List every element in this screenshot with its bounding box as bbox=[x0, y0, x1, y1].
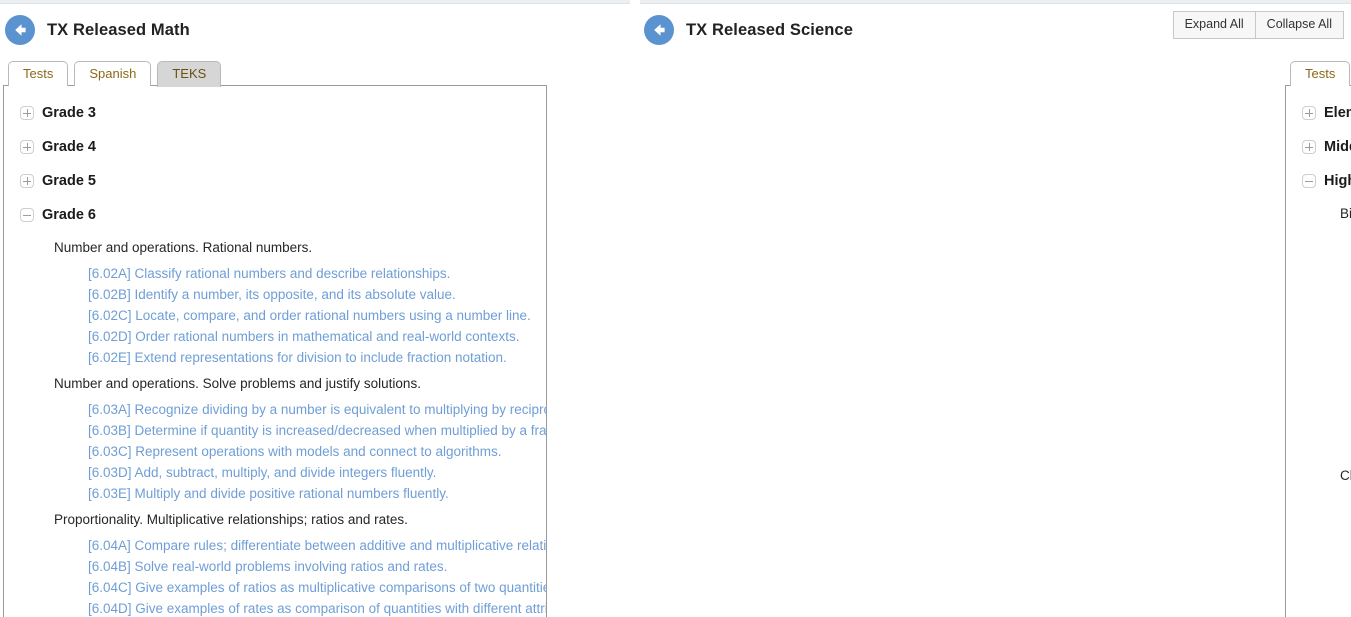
tree-group-label: Biology bbox=[1340, 205, 1351, 221]
tree-group-label: Proportionality. Multiplicative relation… bbox=[54, 511, 408, 527]
tree-leaf-link[interactable]: B.10 Biological systems: levels bbox=[1286, 376, 1351, 397]
tab-teks[interactable]: TEKS bbox=[157, 61, 222, 88]
tree-leaf-link[interactable]: B.06 Genetics: mechanism, role of nuclei… bbox=[1286, 292, 1351, 313]
tree-group-label: Number and operations. Rational numbers. bbox=[54, 239, 313, 255]
tab-tests[interactable]: Tests bbox=[1290, 61, 1351, 87]
tree-group-label: Chemistry bbox=[1340, 467, 1351, 483]
tree-leaf-link[interactable]: B.03 Scientific reasoning, problem-solvi… bbox=[1286, 229, 1351, 250]
tree-leaf-link[interactable]: [6.02A] Classify rational numbers and de… bbox=[4, 263, 546, 284]
tree-leaf-link[interactable]: [6.04C] Give examples of ratios as multi… bbox=[4, 577, 546, 598]
header-actions: Expand All Collapse All bbox=[1172, 11, 1344, 39]
collapse-minus-icon[interactable] bbox=[1302, 174, 1316, 188]
tree-node-label: Grade 5 bbox=[42, 172, 96, 189]
panel-top-strip bbox=[0, 0, 630, 4]
tree-node-label: Middle bbox=[1324, 138, 1351, 155]
tree-leaf-link[interactable]: [6.03E] Multiply and divide positive rat… bbox=[4, 483, 546, 504]
tree-panel: Elementary Middle High Biology B.03 Scientif… bbox=[1285, 85, 1351, 617]
tree-leaf-link[interactable]: [6.02C] Locate, compare, and order ratio… bbox=[4, 305, 546, 326]
tab-bar: TestsSpanishTEKS bbox=[1290, 61, 1351, 87]
tree-leaf-link[interactable]: C.08 Chemical reactions: quantify change… bbox=[1286, 575, 1351, 596]
expand-plus-icon[interactable] bbox=[20, 140, 34, 154]
tree-leaf-link[interactable]: [6.03C] Represent operations with models… bbox=[4, 441, 546, 462]
tree-node-label: Elementary bbox=[1324, 104, 1351, 121]
tree-leaf-link[interactable]: B.05 Growth and cell differentiation bbox=[1286, 271, 1351, 292]
panel-top-strip bbox=[640, 0, 1351, 4]
tree-leaf-link[interactable]: Other (old TEKS) bbox=[1286, 439, 1351, 460]
tab-tests[interactable]: Tests bbox=[8, 61, 69, 87]
tree-leaf-link[interactable]: B.09 Molecules in metabolic processes an… bbox=[1286, 355, 1351, 376]
tree-leaf-link[interactable]: [6.02B] Identify a number, its opposite,… bbox=[4, 284, 546, 305]
tree-node-middle[interactable]: Middle bbox=[1286, 130, 1351, 164]
page-title: TX Released Science bbox=[686, 20, 853, 39]
tree-leaf-link[interactable]: [6.02D] Order rational numbers in mathem… bbox=[4, 326, 546, 347]
tree-leaf-link[interactable]: [6.04D] Give examples of rates as compar… bbox=[4, 598, 546, 617]
page-title: TX Released Math bbox=[47, 20, 190, 39]
tree-leaf-link[interactable]: [6.03B] Determine if quantity is increas… bbox=[4, 420, 546, 441]
back-arrow-icon[interactable] bbox=[5, 15, 35, 45]
tree-leaf-link[interactable]: [6.03D] Add, subtract, multiply, and div… bbox=[4, 462, 546, 483]
tree-leaf-link[interactable]: C.04 Matter: chemical and physical chang… bbox=[1286, 491, 1351, 512]
tree-node-grade-4[interactable]: Grade 4 bbox=[4, 130, 546, 164]
expand-all-button[interactable]: Expand All bbox=[1172, 11, 1256, 39]
tree-leaf-link[interactable]: B.11 Biological systems: balance bbox=[1286, 397, 1351, 418]
tree-leaf-link[interactable]: C.06 Atomic theory: historical developme… bbox=[1286, 533, 1351, 554]
tree-node-label: Grade 4 bbox=[42, 138, 96, 155]
tree-leaf-link[interactable]: B.04 Cell functions; viruses bbox=[1286, 250, 1351, 271]
tree-node-label: High bbox=[1324, 172, 1351, 189]
tree-leaf-link[interactable]: B.12 Environmental systems: interdepende… bbox=[1286, 418, 1351, 439]
panel-right: TX Released Science Expand All Collapse Al… bbox=[640, 0, 1351, 617]
tree-node-grade-6[interactable]: Grade 6 bbox=[4, 198, 546, 232]
teks-tree: Elementary Middle High Biology B.03 Scientif… bbox=[1286, 86, 1351, 617]
tree-group-label: Number and operations. Solve problems an… bbox=[54, 375, 421, 391]
tree-leaf-link[interactable]: C.09 Ideal gases, kinetic theory bbox=[1286, 596, 1351, 617]
expand-plus-icon[interactable] bbox=[1302, 140, 1316, 154]
tree-leaf-link[interactable]: [6.03A] Recognize dividing by a number i… bbox=[4, 399, 546, 420]
tree-leaf-link[interactable]: [6.04A] Compare rules; differentiate bet… bbox=[4, 535, 546, 556]
tree-leaf-link[interactable]: B.07 Evolutionary theory for unity and d… bbox=[1286, 313, 1351, 334]
panel-header: TX Released Math bbox=[0, 12, 630, 48]
panel-left: TX Released Math Tests Spanish TEKS Grade 3G… bbox=[0, 0, 630, 617]
tab-spanish[interactable]: Spanish bbox=[74, 61, 152, 87]
expand-plus-icon[interactable] bbox=[20, 174, 34, 188]
tree-node-high[interactable]: High bbox=[1286, 164, 1351, 198]
expand-plus-icon[interactable] bbox=[1302, 106, 1316, 120]
expand-plus-icon[interactable] bbox=[20, 106, 34, 120]
tree-leaf-link[interactable]: C.07 Atoms: ionic, metallic, and covalen… bbox=[1286, 554, 1351, 575]
collapse-all-button[interactable]: Collapse All bbox=[1255, 11, 1344, 39]
tree-panel: Grade 3 Grade 4 Grade 5 Grade 6 Number and o… bbox=[3, 85, 547, 617]
tab-bar: TestsSpanishTEKS bbox=[8, 61, 227, 88]
tree-node-grade-3[interactable]: Grade 3 bbox=[4, 96, 546, 130]
tree-leaf-link[interactable]: [6.04B] Solve real-world problems involv… bbox=[4, 556, 546, 577]
back-arrow-icon[interactable] bbox=[644, 15, 674, 45]
tree-leaf-link[interactable]: B.08 Taxonomy: classification of organis… bbox=[1286, 334, 1351, 355]
tree-leaf-link[interactable]: C.05 Periodic Table: history development… bbox=[1286, 512, 1351, 533]
tree-node-elementary[interactable]: Elementary bbox=[1286, 96, 1351, 130]
tree-leaf-link[interactable]: [6.02E] Extend representations for divis… bbox=[4, 347, 546, 368]
teks-browser-app: TX Released Math Tests Spanish TEKS Grade 3G… bbox=[0, 0, 1351, 617]
teks-tree: Grade 3 Grade 4 Grade 5 Grade 6 Number and o… bbox=[4, 86, 546, 617]
tree-node-label: Grade 6 bbox=[42, 206, 96, 223]
tree-node-grade-5[interactable]: Grade 5 bbox=[4, 164, 546, 198]
collapse-minus-icon[interactable] bbox=[20, 208, 34, 222]
tree-node-label: Grade 3 bbox=[42, 104, 96, 121]
